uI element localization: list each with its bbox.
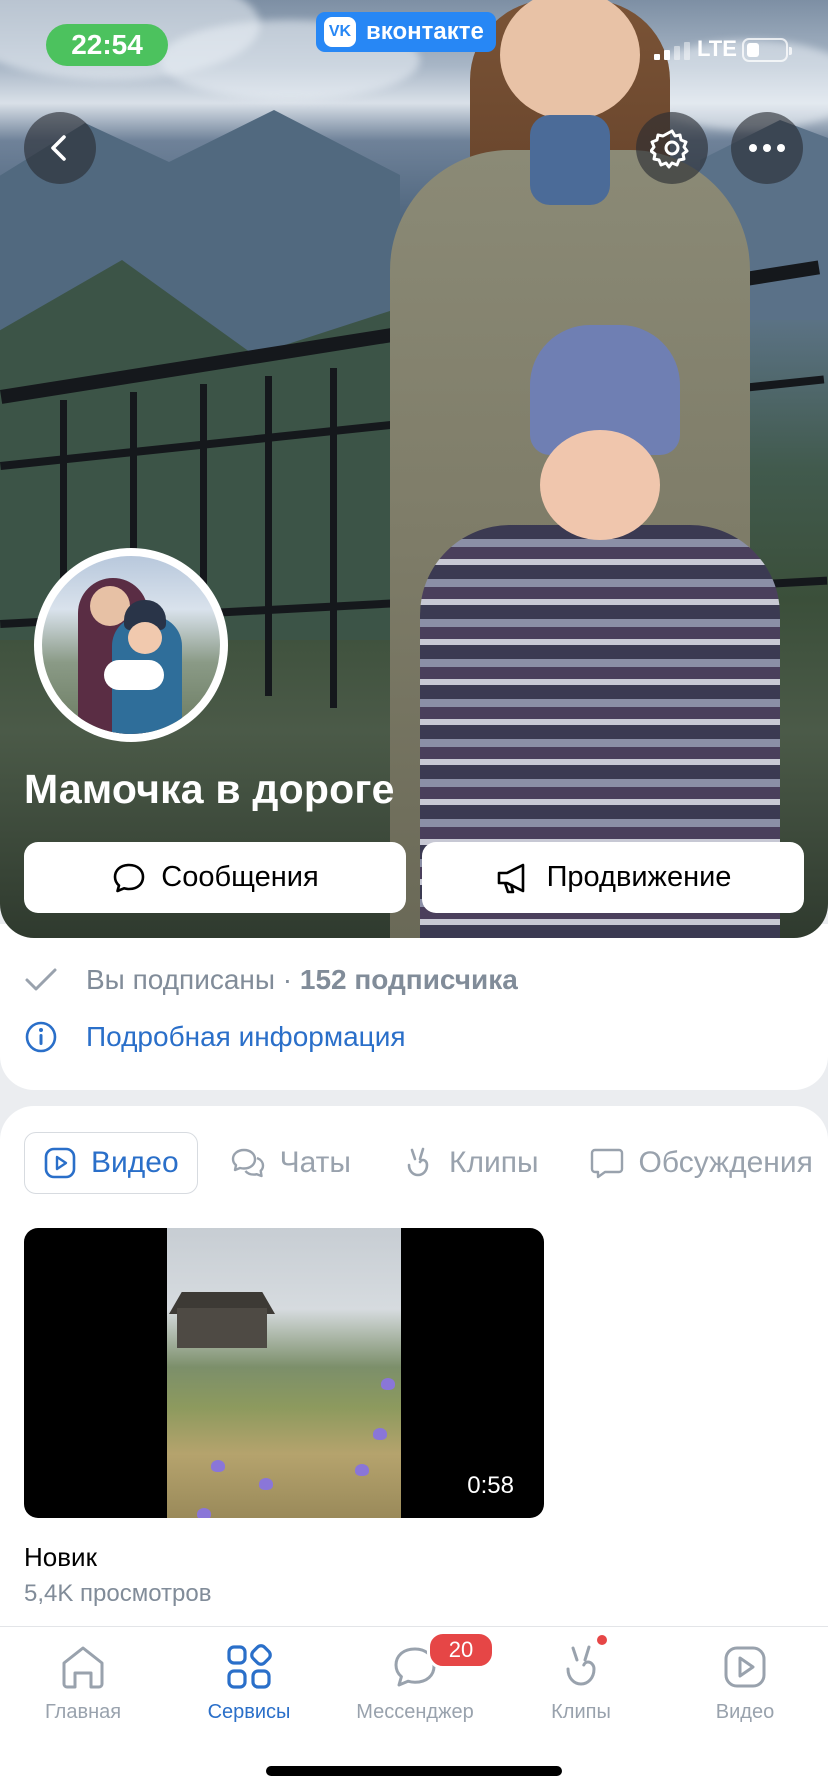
video-title[interactable]: Новик [24, 1542, 97, 1573]
subscriber-count: 152 подписчика [299, 964, 518, 995]
status-bar: 22:54 VK вконтакте LTE [0, 0, 828, 88]
video-preview-image [167, 1228, 401, 1518]
community-avatar[interactable] [34, 548, 228, 742]
railing-post [265, 376, 272, 696]
network-type: LTE [697, 36, 737, 61]
message-bubble-icon [113, 863, 145, 892]
nav-home-label: Главная [44, 1701, 122, 1723]
video-icon [44, 1147, 76, 1179]
signal-icon [654, 40, 690, 60]
more-info-link[interactable]: Подробная информация [24, 1020, 406, 1054]
messages-button[interactable]: Сообщения [24, 842, 406, 913]
tab-video[interactable]: Видео [24, 1132, 198, 1194]
video-icon [724, 1646, 766, 1688]
video-views: 5,4K просмотров [24, 1580, 212, 1607]
home-indicator[interactable] [266, 1766, 562, 1776]
tab-discussions-label: Обсуждения [638, 1146, 813, 1179]
tab-chats-label: Чаты [279, 1146, 351, 1179]
info-icon [25, 1021, 57, 1053]
home-icon [62, 1646, 104, 1689]
clips-icon [407, 1147, 429, 1177]
chats-icon [231, 1148, 264, 1178]
nav-video[interactable]: Видео [662, 1639, 828, 1724]
tab-discussions[interactable]: Обсуждения [571, 1132, 828, 1194]
battery-icon [742, 38, 792, 62]
promotion-button-label: Продвижение [546, 861, 732, 893]
community-info-card [0, 924, 828, 1090]
checkmark-icon [25, 968, 57, 991]
nav-clips-label: Клипы [551, 1701, 611, 1723]
vk-logo-icon: VK [324, 17, 356, 47]
video-duration: 0:58 [467, 1472, 514, 1499]
messages-button-label: Сообщения [161, 861, 319, 893]
community-name: Мамочка в дороге [24, 766, 395, 812]
discussions-icon [590, 1148, 623, 1179]
clips-icon [566, 1645, 596, 1686]
nav-services-label: Сервисы [207, 1701, 291, 1723]
gear-icon [650, 129, 689, 169]
video-thumbnail[interactable]: 0:58 [24, 1228, 544, 1518]
chevron-left-icon [51, 135, 66, 161]
services-icon [227, 1644, 272, 1689]
messenger-unread-badge: 20 [427, 1631, 495, 1669]
tab-clips-label: Клипы [448, 1146, 539, 1179]
megaphone-icon [497, 863, 524, 893]
settings-button[interactable] [636, 112, 708, 184]
railing-post [330, 368, 337, 708]
nav-home[interactable]: Главная [0, 1639, 166, 1724]
nav-services[interactable]: Сервисы [166, 1639, 332, 1724]
more-info-label: Подробная информация [86, 1021, 406, 1052]
tab-clips[interactable]: Клипы [383, 1132, 557, 1194]
vk-app-name: вконтакте [366, 18, 484, 45]
subscribed-text: Вы подписаны · [86, 964, 300, 995]
more-button[interactable] [731, 112, 803, 184]
tab-video-label: Видео [91, 1146, 179, 1179]
clips-new-dot [597, 1635, 607, 1645]
nav-messenger-label: Мессенджер [356, 1701, 474, 1723]
back-button[interactable] [24, 112, 96, 184]
nav-messenger[interactable]: 20 Мессенджер [332, 1631, 498, 1724]
tab-chats[interactable]: Чаты [212, 1132, 369, 1194]
more-dots-icon [749, 144, 785, 152]
promotion-button[interactable]: Продвижение [422, 842, 804, 913]
status-time: 22:54 [46, 24, 168, 66]
nav-clips[interactable]: Клипы [498, 1635, 664, 1724]
subscription-status[interactable]: Вы подписаны · 152 подписчика [24, 964, 518, 996]
content-tabs: Видео Чаты Клипы Обсуждения [24, 1132, 828, 1194]
nav-video-label: Видео [715, 1701, 775, 1723]
vk-app-badge[interactable]: VK вконтакте [316, 12, 496, 52]
